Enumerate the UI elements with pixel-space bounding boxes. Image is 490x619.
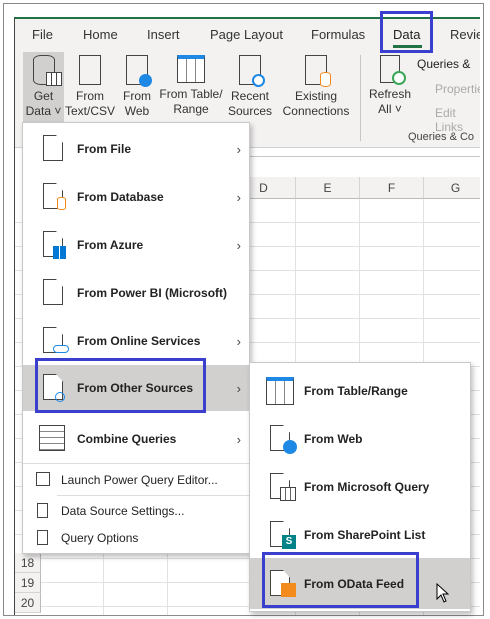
tab-file[interactable]: File — [32, 27, 53, 42]
submenu-item-label: From Web — [304, 432, 363, 446]
menu-item-label: From Power BI (Microsoft) — [77, 286, 228, 300]
get-data-label-2: Data ˅ — [25, 104, 62, 118]
existing-connections-button[interactable]: Existing Connections — [281, 55, 351, 119]
mouse-cursor-icon — [436, 583, 450, 603]
edit-links-button[interactable]: Edit Links — [435, 106, 480, 134]
queries-connections-button[interactable]: Queries & — [417, 57, 470, 71]
menu-item-label: From File — [77, 142, 132, 156]
menu-divider — [23, 463, 249, 464]
odata-highlight-box — [262, 552, 419, 608]
tab-home[interactable]: Home — [83, 27, 118, 42]
ribbon-divider — [360, 55, 361, 141]
from-text-label: From — [76, 89, 104, 103]
refresh-label: Refresh — [368, 87, 412, 101]
globe-icon — [283, 440, 297, 454]
tab-review[interactable]: Revie — [450, 27, 480, 42]
row-header-18[interactable]: 18 — [15, 553, 41, 573]
from-web-label-2: Web — [124, 104, 150, 118]
submenu-item-label: From Microsoft Query — [304, 480, 430, 494]
menu-item-label: From Azure — [77, 238, 144, 252]
from-text-label-2: Text/CSV — [65, 104, 116, 118]
text-file-icon — [79, 55, 101, 85]
column-header-f[interactable]: F — [360, 177, 424, 199]
tab-insert[interactable]: Insert — [147, 27, 180, 42]
submenu-item-label: From SharePoint List — [304, 528, 426, 542]
menu-item-label: Combine Queries — [77, 432, 177, 446]
from-table-label-2: Range — [173, 102, 209, 116]
get-data-button[interactable]: Get Data ˅ — [23, 55, 64, 119]
from-web-label: From — [123, 89, 151, 103]
table-icon — [177, 55, 205, 83]
combine-queries-icon — [39, 425, 65, 451]
group-label: Queries & Co — [408, 131, 475, 143]
recent-sources-button[interactable]: Recent Sources — [227, 55, 273, 119]
chevron-right-icon: › — [236, 333, 241, 349]
table-icon — [266, 377, 294, 405]
query-options-icon — [37, 530, 48, 545]
web-icon — [126, 55, 152, 87]
refresh-icon — [380, 55, 406, 85]
menu-item-query-options[interactable]: Query Options — [23, 525, 249, 551]
menu-item-combine-queries[interactable]: Combine Queries › — [23, 415, 249, 463]
from-text-csv-button[interactable]: From Text/CSV — [65, 55, 115, 119]
chevron-right-icon: › — [236, 431, 241, 447]
menu-item-label: From Database — [77, 190, 164, 204]
refresh-label-2: All ˅ — [378, 102, 402, 116]
menu-item-from-power-bi[interactable]: From Power BI (Microsoft) — [23, 269, 249, 317]
power-bi-icon — [43, 279, 63, 305]
menu-item-launch-power-query-editor[interactable]: Launch Power Query Editor... — [23, 467, 249, 493]
recent-clock-icon — [239, 55, 265, 87]
submenu-item-from-web[interactable]: From Web — [250, 415, 470, 463]
from-table-label: From Table/ — [159, 87, 223, 101]
menu-item-from-azure[interactable]: From Azure › — [23, 221, 249, 269]
menu-item-label: Query Options — [61, 531, 139, 545]
get-data-label: Get — [33, 89, 54, 103]
submenu-item-from-table-range[interactable]: From Table/Range — [250, 367, 470, 415]
menu-item-data-source-settings[interactable]: Data Source Settings... — [23, 498, 249, 524]
from-table-range-button[interactable]: From Table/Range — [158, 55, 224, 117]
recent-label-2: Sources — [227, 104, 273, 118]
menu-divider — [57, 495, 249, 496]
get-data-menu: From File › From Database › From Azure › Fr… — [22, 122, 250, 554]
menu-item-from-database[interactable]: From Database › — [23, 173, 249, 221]
column-header-g[interactable]: G — [424, 177, 480, 199]
database-icon — [32, 55, 62, 86]
data-source-settings-icon — [37, 503, 48, 518]
from-web-button[interactable]: From Web — [119, 55, 155, 119]
existing-label-2: Connections — [282, 104, 350, 118]
power-query-editor-icon — [36, 472, 50, 486]
submenu-item-label: From Table/Range — [304, 384, 408, 398]
connections-icon — [305, 55, 331, 87]
menu-item-from-file[interactable]: From File › — [23, 125, 249, 173]
row-header-20[interactable]: 20 — [15, 593, 41, 613]
chevron-right-icon: › — [236, 189, 241, 205]
chevron-right-icon: › — [236, 380, 241, 396]
recent-label: Recent — [230, 89, 270, 103]
other-sources-highlight-box — [35, 358, 206, 413]
menu-item-label: Launch Power Query Editor... — [61, 473, 218, 487]
chevron-right-icon: › — [236, 237, 241, 253]
tab-page-layout[interactable]: Page Layout — [210, 27, 283, 42]
existing-label: Existing — [294, 89, 338, 103]
menu-item-label: From Online Services — [77, 334, 201, 348]
column-header-e[interactable]: E — [296, 177, 360, 199]
sharepoint-icon: S — [282, 535, 296, 549]
data-tab-highlight-box — [380, 11, 433, 53]
tab-formulas[interactable]: Formulas — [311, 27, 365, 42]
file-icon — [43, 135, 63, 161]
chevron-right-icon: › — [236, 141, 241, 157]
refresh-all-button[interactable]: Refresh All ˅ — [368, 55, 412, 117]
menu-item-label: Data Source Settings... — [61, 504, 185, 518]
row-header-19[interactable]: 19 — [15, 573, 41, 593]
submenu-item-from-microsoft-query[interactable]: From Microsoft Query — [250, 463, 470, 511]
properties-button[interactable]: Properties — [435, 82, 480, 96]
